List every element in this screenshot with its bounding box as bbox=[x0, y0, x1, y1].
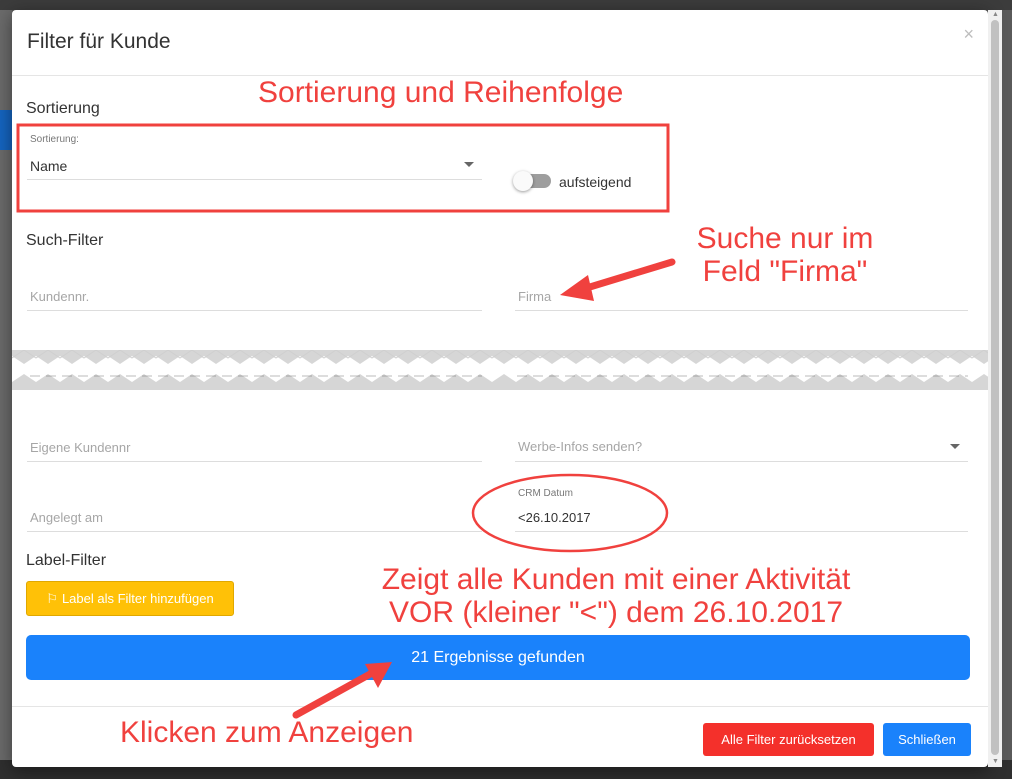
annotation-crm-line2: VOR (kleiner "<") dem 26.10.2017 bbox=[388, 596, 844, 629]
annotation-firma-line2: Feld "Firma" bbox=[702, 255, 868, 288]
firma-arrow bbox=[560, 258, 676, 301]
annotation-firma: Suche nur im Feld "Firma" bbox=[680, 222, 890, 288]
annotation-firma-line1: Suche nur im bbox=[696, 222, 874, 255]
sort-highlight-box bbox=[16, 123, 670, 213]
annotation-overlay bbox=[16, 123, 676, 719]
crm-highlight-ellipse bbox=[471, 473, 669, 553]
click-arrow bbox=[292, 662, 392, 719]
annotation-sort: Sortierung und Reihenfolge bbox=[258, 76, 624, 109]
annotation-crm: Zeigt alle Kunden mit einer Aktivität VO… bbox=[356, 563, 876, 629]
annotation-crm-line1: Zeigt alle Kunden mit einer Aktivität bbox=[381, 563, 851, 596]
annotation-click: Klicken zum Anzeigen bbox=[120, 716, 414, 749]
